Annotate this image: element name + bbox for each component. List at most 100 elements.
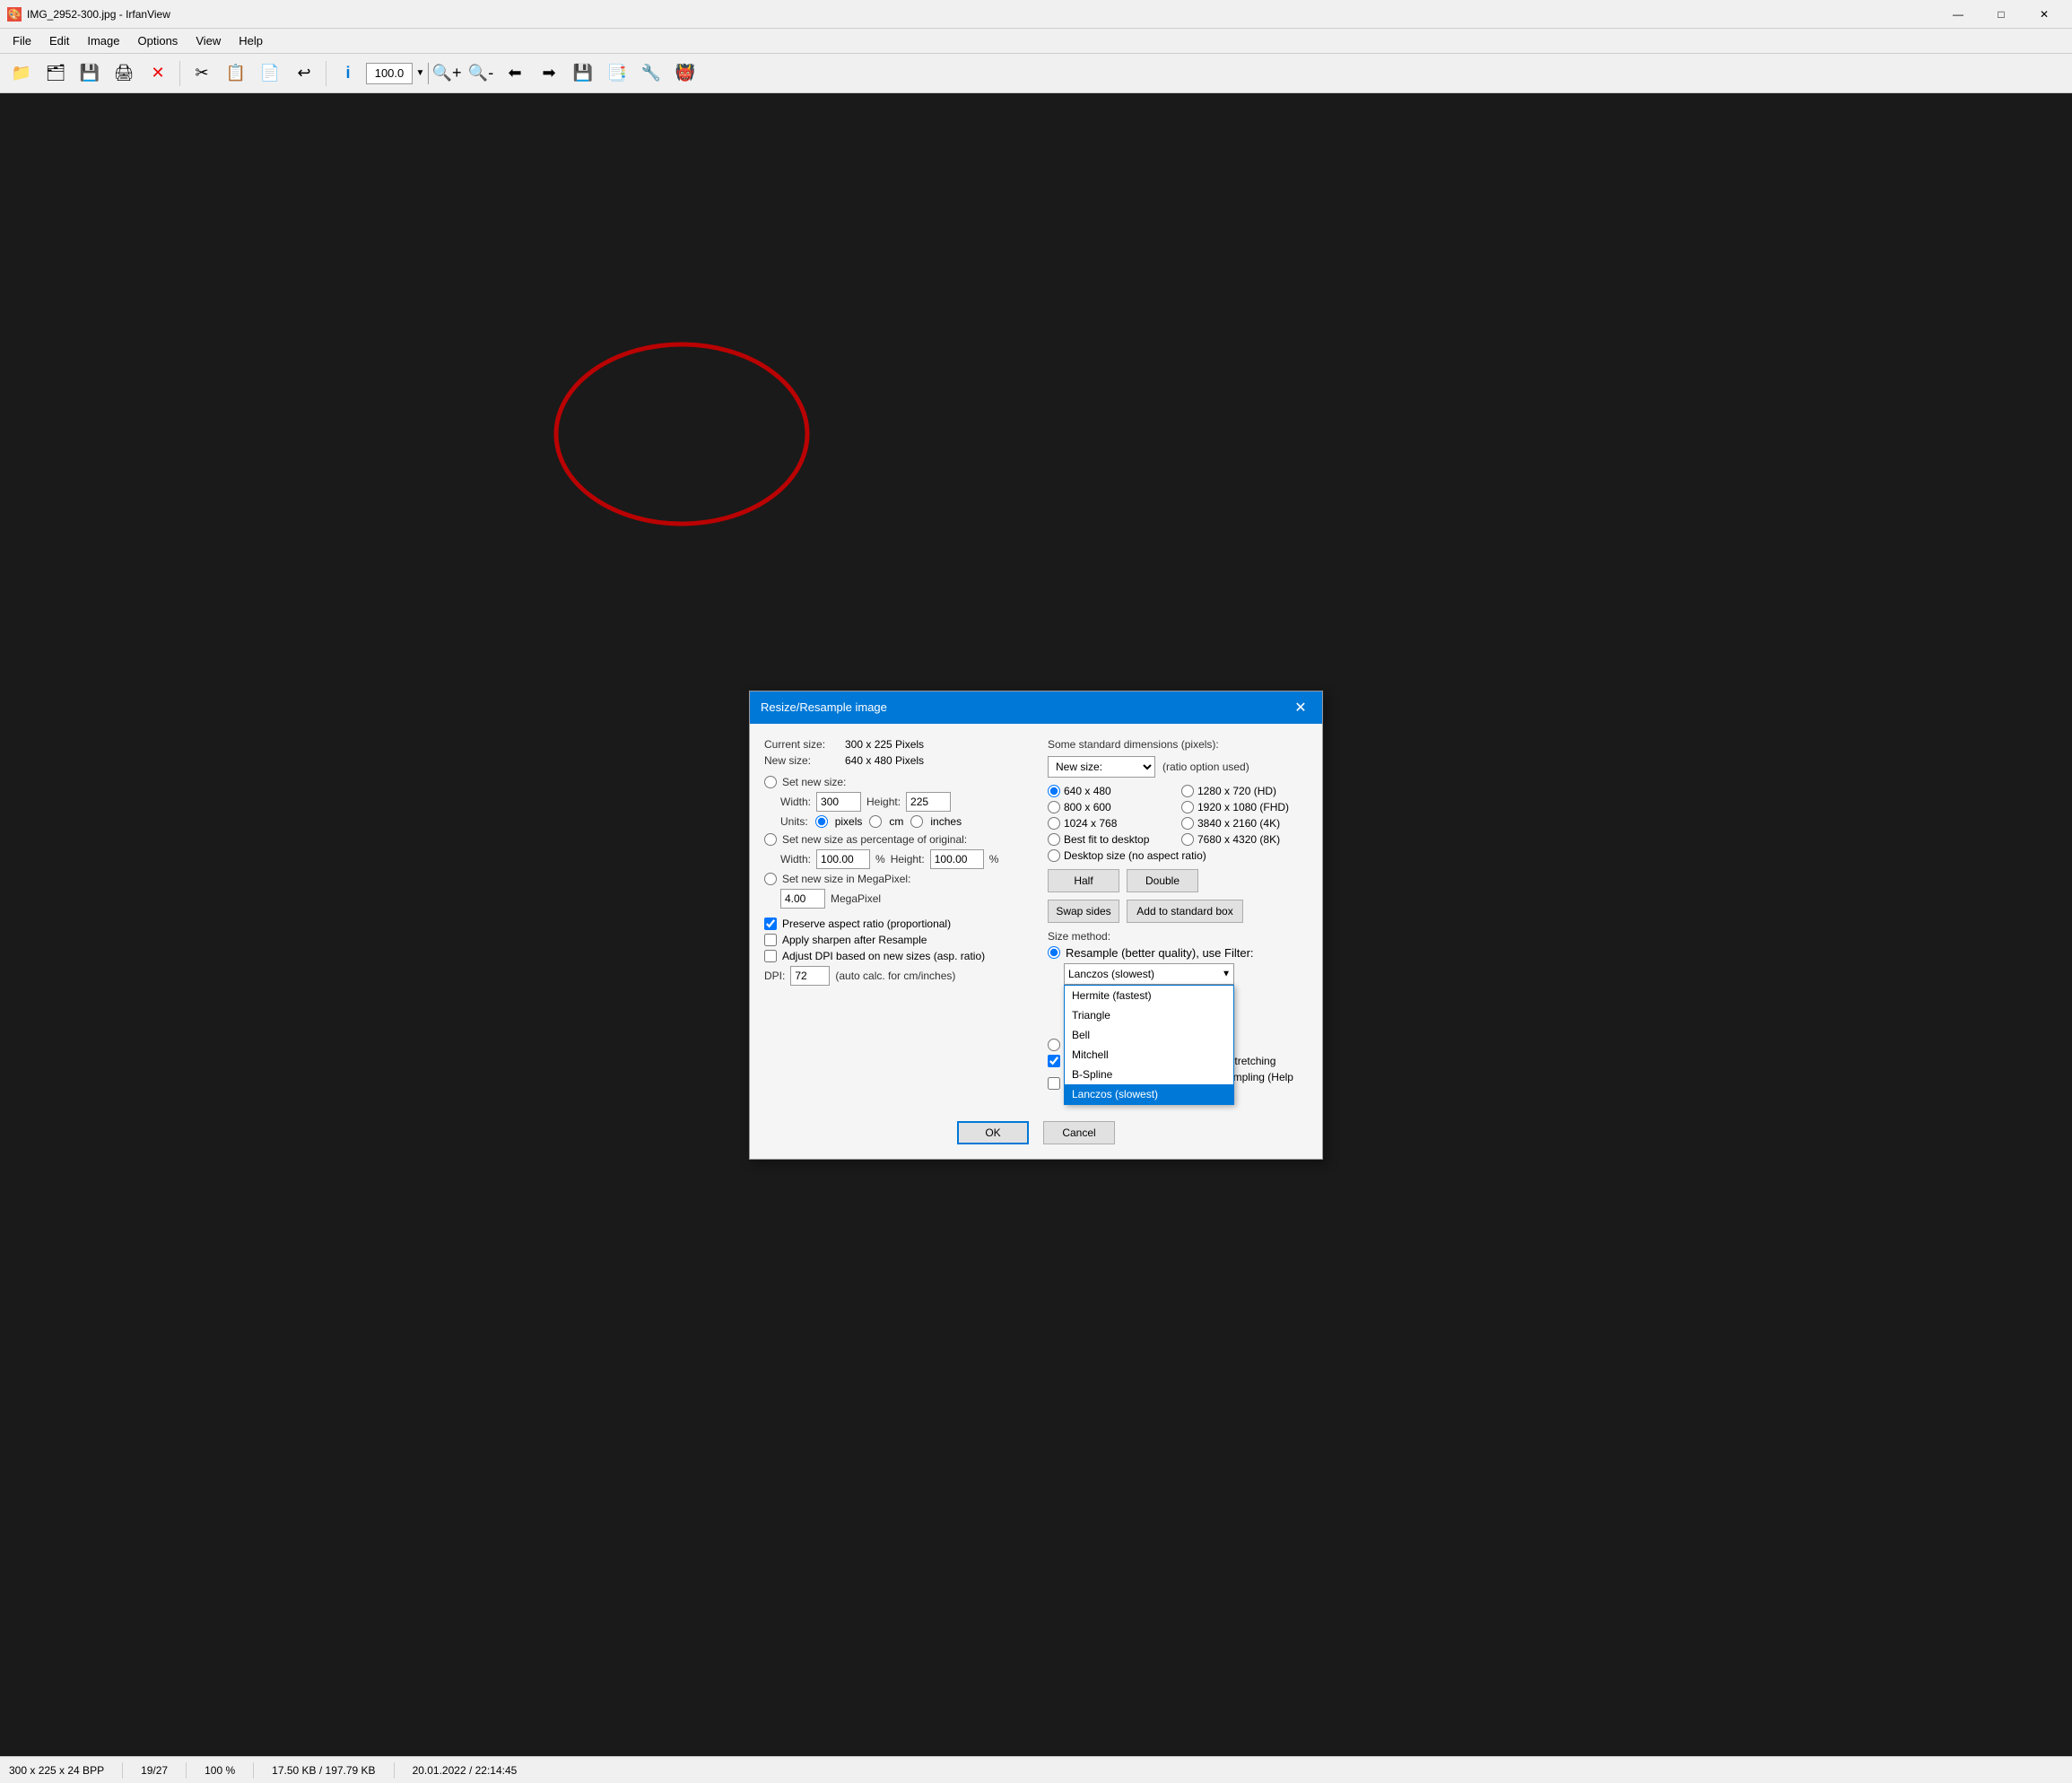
prev-button[interactable]: ⬅ [499, 57, 531, 90]
pct-height-input[interactable] [930, 849, 984, 869]
delete-button[interactable]: ✕ [142, 57, 174, 90]
apply-sharpen-label[interactable]: Apply sharpen after Resample [782, 934, 927, 946]
megapixel-input[interactable] [780, 889, 825, 909]
zoom-in-button[interactable]: 🔍+ [431, 57, 463, 90]
dialog-title-bar: Resize/Resample image ✕ [750, 691, 1322, 724]
apply-sharpen-checkbox[interactable] [764, 934, 777, 946]
filter-option-triangle[interactable]: Triangle [1065, 1005, 1233, 1025]
filter-option-lanczos[interactable]: Lanczos (slowest) [1065, 1084, 1233, 1104]
add-to-standard-box-button[interactable]: Add to standard box [1127, 900, 1243, 923]
plugin-button[interactable]: 👹 [669, 57, 701, 90]
std-dims-label: Some standard dimensions (pixels): [1048, 738, 1308, 751]
menu-view[interactable]: View [187, 30, 230, 51]
open-button[interactable]: 📁 [5, 57, 38, 90]
menu-options[interactable]: Options [129, 30, 187, 51]
width-input[interactable] [816, 792, 861, 812]
use-original-checkbox[interactable] [1048, 1077, 1060, 1090]
dpi-input[interactable] [790, 966, 830, 986]
set-megapixel-radio[interactable] [764, 873, 777, 885]
unit-pixels-label[interactable]: pixels [835, 815, 863, 828]
unit-inches-label[interactable]: inches [930, 815, 962, 828]
cut-button[interactable]: ✂ [186, 57, 218, 90]
preserve-aspect-label[interactable]: Preserve aspect ratio (proportional) [782, 918, 951, 930]
dim-radio-5[interactable] [1181, 817, 1194, 830]
thumbnail-button[interactable]: 🗂 [39, 57, 72, 90]
menu-bar: File Edit Image Options View Help [0, 29, 2072, 54]
close-button[interactable]: ✕ [2024, 0, 2065, 29]
double-button[interactable]: Double [1127, 869, 1198, 892]
filter-option-hermite[interactable]: Hermite (fastest) [1065, 986, 1233, 1005]
info-button[interactable]: i [332, 57, 364, 90]
save-as-button[interactable]: 💾 [567, 57, 599, 90]
pct-width-input[interactable] [816, 849, 870, 869]
save-copy-button[interactable]: 📑 [601, 57, 633, 90]
zoom-input[interactable] [367, 66, 412, 80]
dim-radio-2[interactable] [1048, 801, 1060, 813]
filter-option-bspline[interactable]: B-Spline [1065, 1065, 1233, 1084]
dim-radio-4[interactable] [1048, 817, 1060, 830]
zoom-dropdown-button[interactable]: ▼ [412, 63, 428, 84]
adjust-dpi-label[interactable]: Adjust DPI based on new sizes (asp. rati… [782, 950, 985, 962]
zoom-out-button[interactable]: 🔍- [465, 57, 497, 90]
title-controls: ― □ ✕ [1937, 0, 2065, 29]
unit-cm-label[interactable]: cm [889, 815, 903, 828]
save-button[interactable]: 💾 [74, 57, 106, 90]
new-size-dropdown[interactable]: New size: [1048, 756, 1155, 778]
cancel-button[interactable]: Cancel [1043, 1121, 1115, 1144]
filter-option-mitchell[interactable]: Mitchell [1065, 1045, 1233, 1065]
pct-width-label: Width: [780, 853, 811, 865]
units-row: Units: pixels cm inches [780, 815, 1033, 828]
resample-label[interactable]: Resample (better quality), use Filter: [1066, 946, 1254, 960]
dim-label-7: 7680 x 4320 (8K) [1197, 833, 1280, 846]
copy-button[interactable]: 📋 [220, 57, 252, 90]
dim-radio-6[interactable] [1048, 833, 1060, 846]
adjust-dpi-checkbox[interactable] [764, 950, 777, 962]
status-sep-2 [186, 1762, 187, 1779]
dim-radio-0[interactable] [1048, 785, 1060, 797]
next-button[interactable]: ➡ [533, 57, 565, 90]
print-button[interactable]: 🖨 [108, 57, 140, 90]
preserve-aspect-checkbox[interactable] [764, 918, 777, 930]
menu-image[interactable]: Image [78, 30, 128, 51]
dialog-close-button[interactable]: ✕ [1290, 697, 1311, 718]
preserve-aspect-row: Preserve aspect ratio (proportional) [764, 918, 1033, 930]
set-new-size-label[interactable]: Set new size: [782, 776, 846, 788]
menu-help[interactable]: Help [230, 30, 272, 51]
dialog-title: Resize/Resample image [761, 700, 887, 714]
unit-inches-radio[interactable] [910, 815, 923, 828]
filter-option-bell[interactable]: Bell [1065, 1025, 1233, 1045]
dialog-footer: OK Cancel [750, 1114, 1322, 1159]
swap-sides-button[interactable]: Swap sides [1048, 900, 1119, 923]
dim-label-1: 1280 x 720 (HD) [1197, 785, 1276, 797]
set-new-size-radio[interactable] [764, 776, 777, 788]
settings-button[interactable]: 🔧 [635, 57, 667, 90]
set-percentage-label[interactable]: Set new size as percentage of original: [782, 833, 967, 846]
set-megapixel-label[interactable]: Set new size in MegaPixel: [782, 873, 910, 885]
ratio-note: (ratio option used) [1162, 761, 1249, 773]
unit-pixels-radio[interactable] [815, 815, 828, 828]
menu-file[interactable]: File [4, 30, 40, 51]
menu-edit[interactable]: Edit [40, 30, 78, 51]
resample-radio[interactable] [1048, 946, 1060, 959]
filter-select[interactable]: Lanczos (slowest) [1064, 963, 1234, 985]
dim-option-1: 1280 x 720 (HD) [1181, 785, 1308, 797]
maximize-button[interactable]: □ [1981, 0, 2022, 29]
half-button[interactable]: Half [1048, 869, 1119, 892]
dim-radio-7[interactable] [1181, 833, 1194, 846]
dim-radio-8[interactable] [1048, 849, 1060, 862]
dim-radio-3[interactable] [1181, 801, 1194, 813]
set-percentage-radio[interactable] [764, 833, 777, 846]
dont-enlarge-checkbox[interactable] [1048, 1055, 1060, 1067]
title-bar: 🎨 IMG_2952-300.jpg - IrfanView ― □ ✕ [0, 0, 2072, 29]
height-label: Height: [866, 796, 901, 808]
minimize-button[interactable]: ― [1937, 0, 1979, 29]
unit-cm-radio[interactable] [869, 815, 882, 828]
paste-button[interactable]: 📄 [254, 57, 286, 90]
resize-radio[interactable] [1048, 1039, 1060, 1051]
dim-radio-1[interactable] [1181, 785, 1194, 797]
undo-button[interactable]: ↩ [288, 57, 320, 90]
ok-button[interactable]: OK [957, 1121, 1029, 1144]
pct-row: Width: % Height: % [780, 849, 1033, 869]
height-input[interactable] [906, 792, 951, 812]
dim-option-6: Best fit to desktop [1048, 833, 1174, 846]
